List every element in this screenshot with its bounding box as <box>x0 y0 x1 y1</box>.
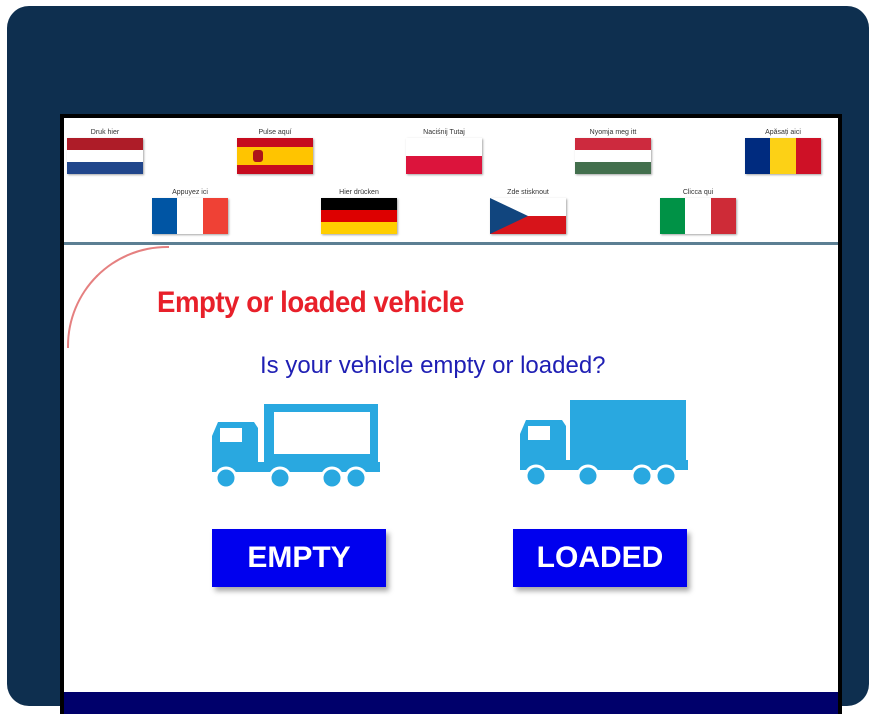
netherlands-flag-icon[interactable] <box>67 138 143 174</box>
screen-content: Druk hier Pulse aquí Naciśnij Tutaj Nyom… <box>64 118 838 714</box>
france-flag-icon[interactable] <box>152 198 228 234</box>
language-option-italian[interactable]: Clicca qui <box>653 188 743 234</box>
language-option-french[interactable]: Appuyez ici <box>145 188 235 234</box>
language-label: Pulse aquí <box>258 129 292 136</box>
language-option-polish[interactable]: Naciśnij Tutaj <box>399 128 489 174</box>
page-title: Empty or loaded vehicle <box>157 286 464 319</box>
empty-button[interactable]: EMPTY <box>212 529 386 587</box>
language-label: Hier drücken <box>339 189 379 196</box>
language-option-romanian[interactable]: Apăsați aici <box>738 128 828 174</box>
kiosk-frame: Druk hier Pulse aquí Naciśnij Tutaj Nyom… <box>7 6 869 714</box>
loaded-truck-icon[interactable] <box>518 398 690 495</box>
language-bar: Druk hier Pulse aquí Naciśnij Tutaj Nyom… <box>64 118 838 245</box>
language-label: Nyomja meg itt <box>589 129 637 136</box>
spain-flag-icon[interactable] <box>237 138 313 174</box>
language-label: Appuyez ici <box>172 189 208 196</box>
romania-flag-icon[interactable] <box>745 138 821 174</box>
czech-republic-flag-icon[interactable] <box>490 198 566 234</box>
language-label: Druk hier <box>90 129 120 136</box>
germany-flag-icon[interactable] <box>321 198 397 234</box>
language-label: Zde stisknout <box>507 189 549 196</box>
language-option-german[interactable]: Hier drücken <box>314 188 404 234</box>
decorative-arc <box>67 246 169 348</box>
language-option-hungarian[interactable]: Nyomja meg itt <box>568 128 658 174</box>
language-label: Clicca qui <box>682 189 714 196</box>
italy-flag-icon[interactable] <box>660 198 736 234</box>
poland-flag-icon[interactable] <box>406 138 482 174</box>
hungary-flag-icon[interactable] <box>575 138 651 174</box>
language-option-czech[interactable]: Zde stisknout <box>483 188 573 234</box>
language-option-spanish[interactable]: Pulse aquí <box>230 128 320 174</box>
language-label: Apăsați aici <box>765 129 801 136</box>
language-option-dutch[interactable]: Druk hier <box>64 128 150 174</box>
empty-truck-icon[interactable] <box>210 400 382 497</box>
language-label: Naciśnij Tutaj <box>423 129 465 136</box>
bottom-bar <box>64 692 838 714</box>
question-text: Is your vehicle empty or loaded? <box>260 352 606 379</box>
loaded-button[interactable]: LOADED <box>513 529 687 587</box>
kiosk-screen: Druk hier Pulse aquí Naciśnij Tutaj Nyom… <box>60 114 842 714</box>
